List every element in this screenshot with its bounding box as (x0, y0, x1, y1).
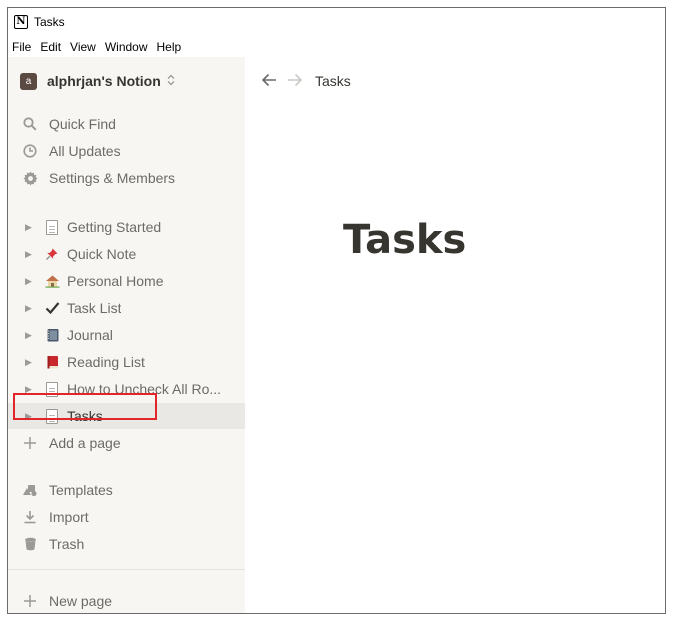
title-bar: N Tasks (8, 8, 665, 35)
pushpin-icon (43, 247, 61, 261)
sidebar-item-label: Import (49, 509, 89, 525)
sidebar-page-label: Task List (67, 300, 122, 316)
sidebar-page-label: Getting Started (67, 219, 162, 235)
sidebar-item-label: Templates (49, 482, 113, 498)
sidebar-divider (8, 569, 245, 570)
search-icon (21, 117, 39, 131)
breadcrumb-current[interactable]: Tasks (315, 73, 351, 89)
expand-arrow-icon[interactable]: ▶ (25, 384, 35, 395)
menu-window[interactable]: Window (105, 40, 148, 54)
expand-arrow-icon[interactable]: ▶ (25, 411, 35, 422)
menu-edit[interactable]: Edit (40, 40, 61, 54)
sidebar-item-label: Quick Find (49, 116, 116, 132)
chevron-up-down-icon (167, 74, 175, 89)
import-icon (21, 510, 39, 524)
sidebar-quick-find[interactable]: Quick Find (8, 111, 245, 137)
page-icon (43, 408, 61, 424)
expand-arrow-icon[interactable]: ▶ (25, 357, 35, 368)
workspace-avatar: a (20, 72, 37, 90)
add-page-button[interactable]: Add a page (8, 430, 245, 456)
workspace-switcher[interactable]: a alphrjan's Notion (20, 71, 175, 91)
page-icon (43, 381, 61, 397)
sidebar-page-label: Tasks (67, 408, 103, 424)
sidebar-page-quick-note[interactable]: ▶ Quick Note (8, 241, 245, 267)
sidebar-page-label: Reading List (67, 354, 145, 370)
breadcrumb: Tasks (261, 71, 351, 91)
sidebar-page-getting-started[interactable]: ▶ Getting Started (8, 214, 245, 240)
sidebar-page-label: Personal Home (67, 273, 164, 289)
sidebar-page-label: How to Uncheck All Ro... (67, 381, 222, 397)
sidebar-templates[interactable]: Templates (8, 477, 245, 503)
app-window: N Tasks File Edit View Window Help a alp… (7, 7, 666, 614)
menu-view[interactable]: View (70, 40, 96, 54)
plus-icon (21, 594, 39, 608)
expand-arrow-icon[interactable]: ▶ (25, 330, 35, 341)
forward-arrow-icon[interactable] (287, 73, 303, 90)
sidebar-trash[interactable]: Trash (8, 531, 245, 557)
page-icon (43, 219, 61, 235)
workspace-name: alphrjan's Notion (47, 73, 161, 89)
trash-icon (21, 537, 39, 551)
expand-arrow-icon[interactable]: ▶ (25, 276, 35, 287)
sidebar-item-label: Trash (49, 536, 85, 552)
clock-icon (21, 144, 39, 158)
plus-icon (21, 436, 39, 450)
gear-icon (21, 170, 39, 186)
book-icon (43, 355, 61, 369)
expand-arrow-icon[interactable]: ▶ (25, 249, 35, 260)
window-title: Tasks (34, 14, 65, 29)
sidebar-page-label: Quick Note (67, 246, 137, 262)
sidebar-page-how-to-uncheck[interactable]: ▶ How to Uncheck All Ro... (8, 376, 245, 402)
sidebar-page-tasks[interactable]: ▶ Tasks (8, 403, 245, 429)
notebook-icon (43, 328, 61, 342)
sidebar-page-label: Journal (67, 327, 113, 343)
add-page-label: Add a page (49, 435, 121, 451)
templates-icon (21, 483, 39, 497)
sidebar-import[interactable]: Import (8, 504, 245, 530)
sidebar-page-reading-list[interactable]: ▶ Reading List (8, 349, 245, 375)
sidebar-all-updates[interactable]: All Updates (8, 138, 245, 164)
new-page-label: New page (49, 593, 113, 609)
back-arrow-icon[interactable] (261, 73, 277, 90)
sidebar-item-label: Settings & Members (49, 170, 176, 186)
new-page-button[interactable]: New page (8, 588, 245, 613)
page-title[interactable]: Tasks (343, 217, 466, 263)
menu-file[interactable]: File (12, 40, 31, 54)
menu-bar: File Edit View Window Help (8, 38, 190, 56)
checkmark-icon (43, 301, 61, 315)
sidebar-page-task-list[interactable]: ▶ Task List (8, 295, 245, 321)
expand-arrow-icon[interactable]: ▶ (25, 222, 35, 233)
menu-help[interactable]: Help (157, 40, 182, 54)
main-content: Tasks Tasks (245, 57, 665, 613)
notion-logo-icon: N (14, 14, 28, 29)
sidebar-page-journal[interactable]: ▶ Journal (8, 322, 245, 348)
sidebar-settings-members[interactable]: Settings & Members (8, 165, 245, 191)
house-icon (43, 274, 61, 288)
sidebar-page-personal-home[interactable]: ▶ Personal Home (8, 268, 245, 294)
expand-arrow-icon[interactable]: ▶ (25, 303, 35, 314)
sidebar-item-label: All Updates (49, 143, 121, 159)
sidebar: a alphrjan's Notion Quick Find All Updat… (8, 57, 245, 613)
